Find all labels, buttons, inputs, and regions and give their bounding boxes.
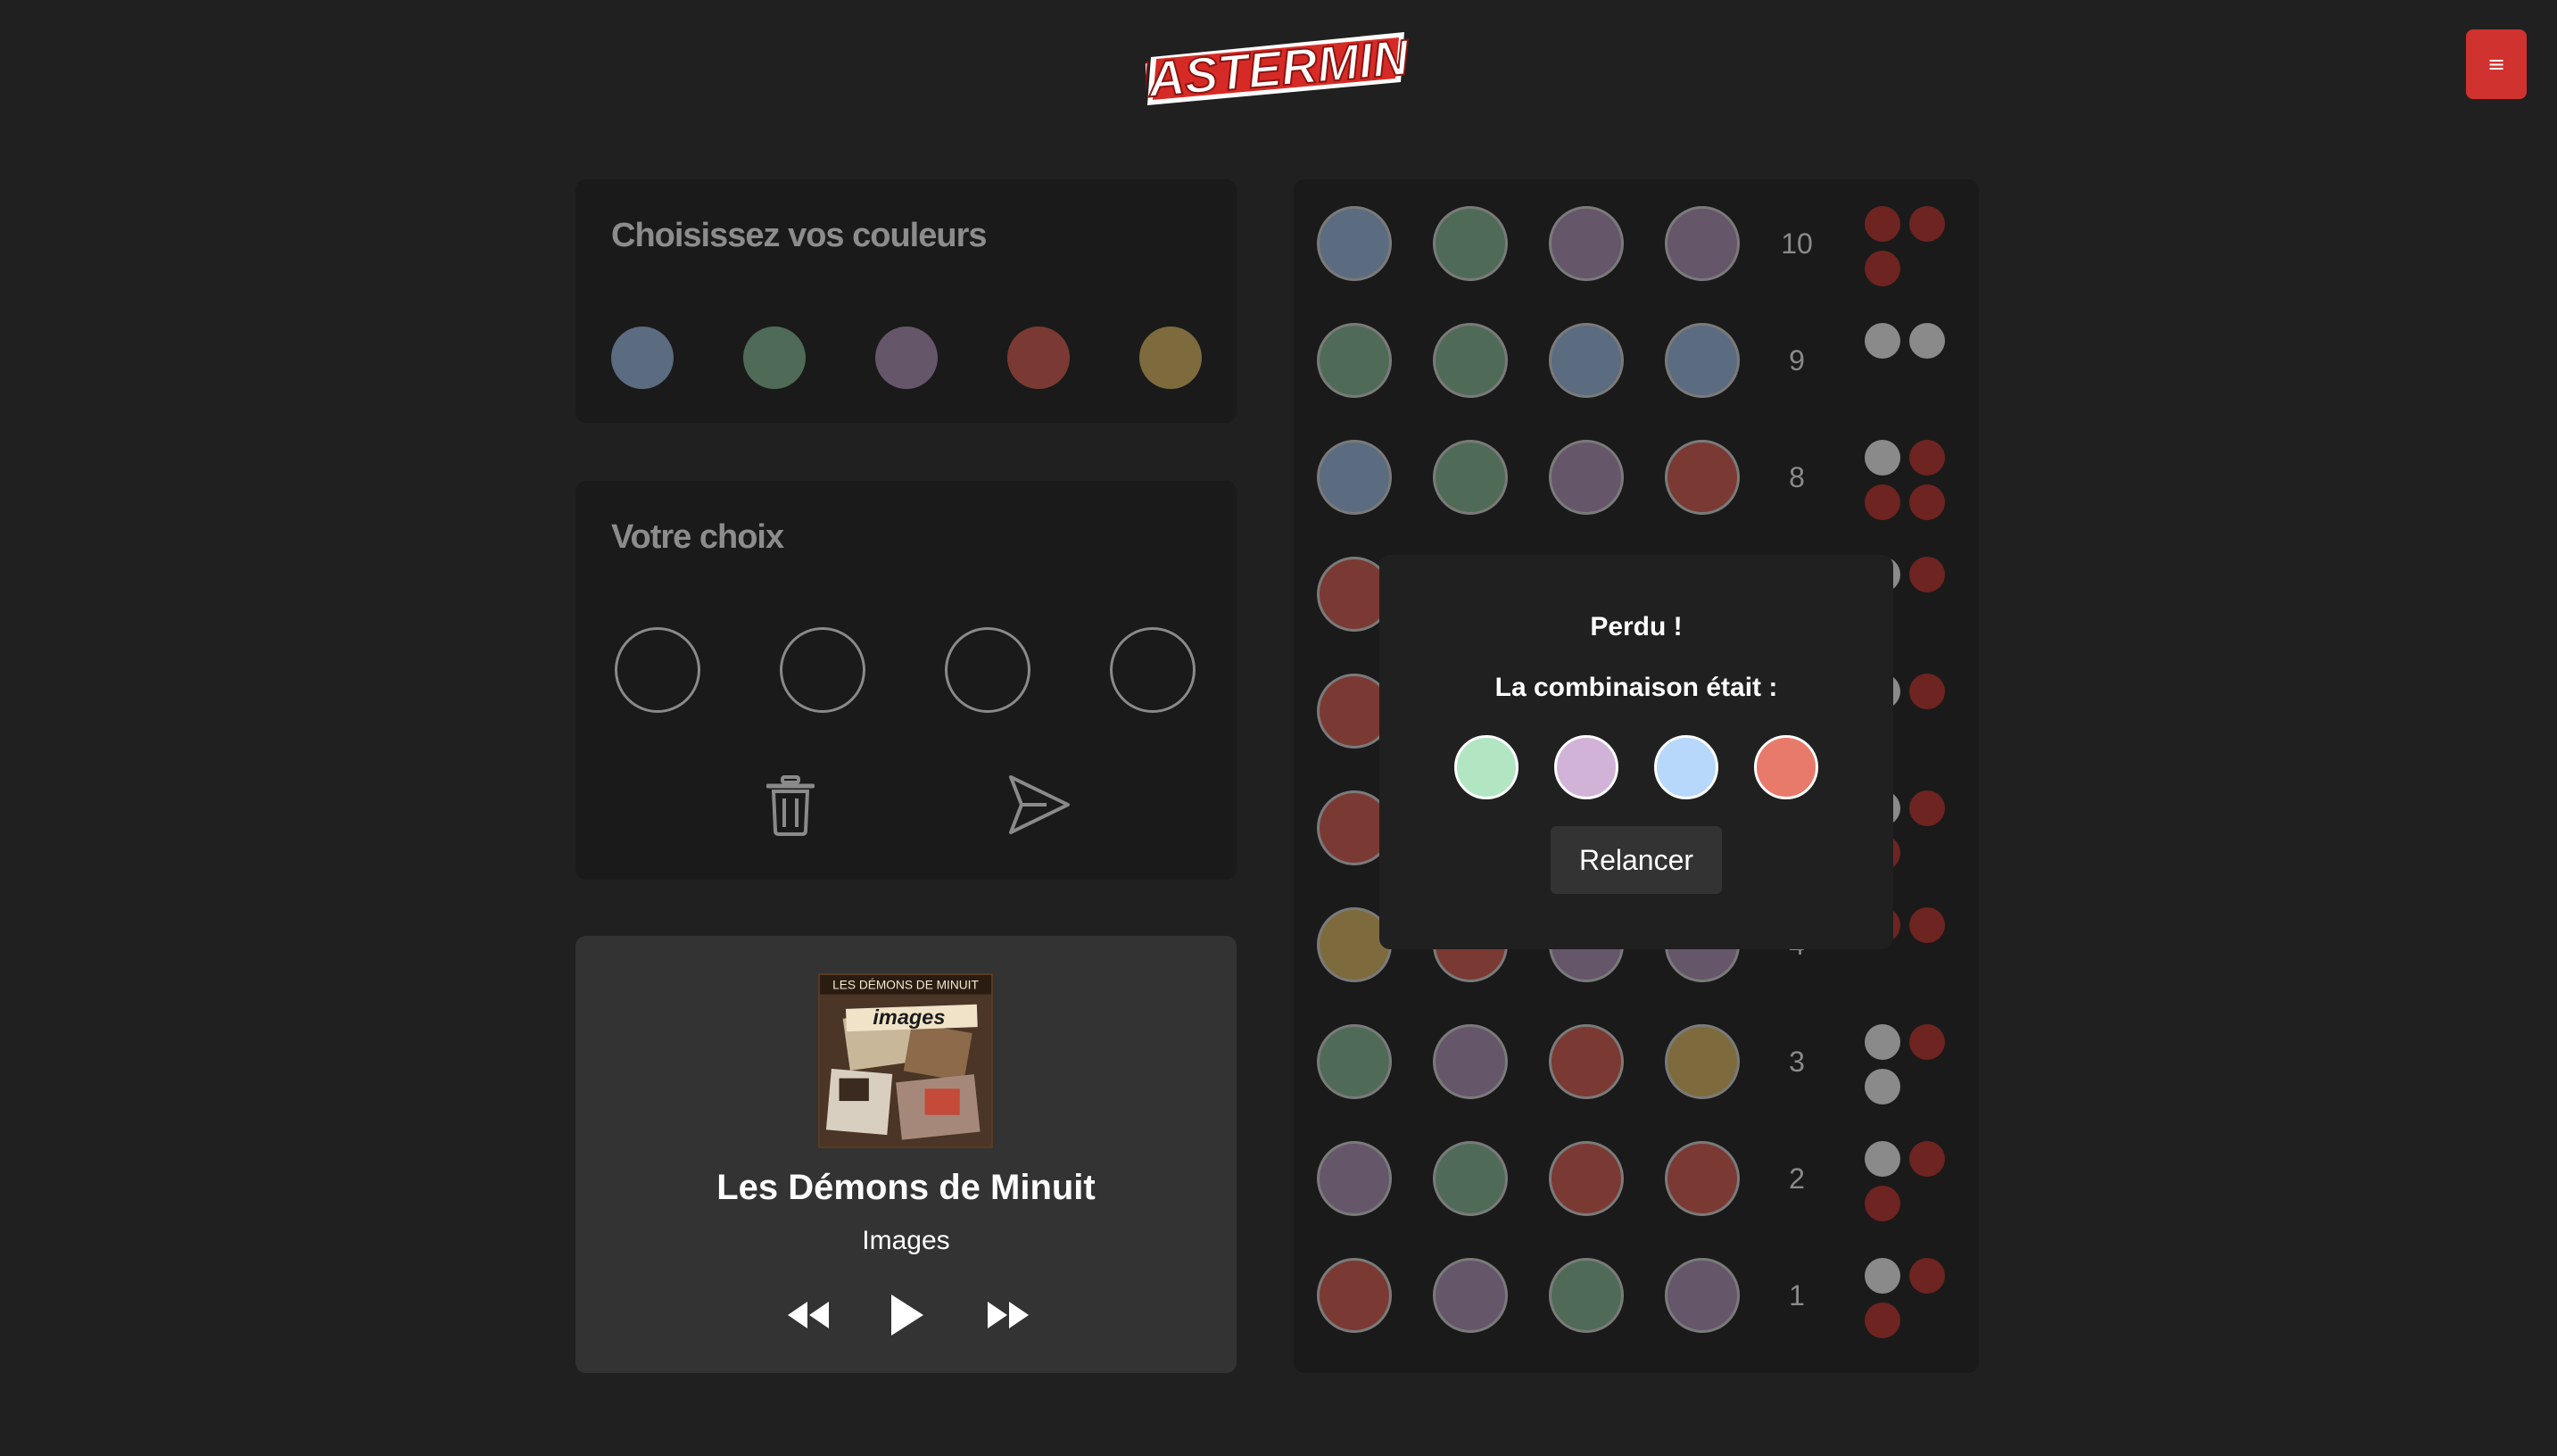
feedback-peg — [1865, 440, 1900, 476]
fast-forward-icon — [988, 1302, 1029, 1328]
board-peg — [1549, 1141, 1624, 1216]
relaunch-button[interactable]: Relancer — [1551, 826, 1722, 894]
board-peg — [1665, 1141, 1740, 1216]
solution-peg — [1754, 735, 1818, 799]
feedback-peg — [1909, 790, 1945, 826]
feedback-peg — [1865, 206, 1900, 242]
board-peg — [1549, 206, 1624, 281]
track-title: Les Démons de Minuit — [716, 1168, 1096, 1207]
feedback-peg — [1865, 1258, 1900, 1294]
board-peg — [1433, 323, 1508, 398]
solution-peg — [1454, 735, 1518, 799]
board-peg — [1549, 440, 1624, 515]
choice-slot[interactable] — [1110, 627, 1196, 713]
palette-title: Choisissez vos couleurs — [611, 217, 987, 254]
board-peg — [1549, 1024, 1624, 1099]
board-peg — [1433, 440, 1508, 515]
board-peg — [1317, 206, 1392, 281]
board-peg — [1317, 1258, 1392, 1333]
svg-text:MASTERMIND: MASTERMIND — [1146, 30, 1410, 107]
choice-slot[interactable] — [945, 627, 1030, 713]
color-palette-panel: Choisissez vos couleurs — [575, 179, 1237, 423]
solution-label: La combinaison était : — [1494, 673, 1778, 702]
board-peg — [1665, 206, 1740, 281]
board-peg — [1433, 1141, 1508, 1216]
play-button[interactable] — [888, 1293, 925, 1337]
delete-button[interactable] — [765, 775, 815, 836]
palette-color-purple[interactable] — [875, 327, 938, 389]
rewind-icon — [788, 1302, 829, 1328]
palette-color-gold[interactable] — [1139, 327, 1202, 389]
choice-slot[interactable] — [615, 627, 700, 713]
board-peg — [1433, 1024, 1508, 1099]
trash-icon — [765, 775, 815, 836]
feedback-peg — [1909, 206, 1945, 242]
board-peg — [1549, 1258, 1624, 1333]
row-number: 1 — [1789, 1279, 1805, 1311]
choice-slot[interactable] — [780, 627, 865, 713]
menu-button[interactable]: ≡ — [2466, 29, 2527, 99]
music-player: LES DÉMONS DE MINUIT images Les Démons d… — [575, 936, 1237, 1373]
board-peg — [1665, 1024, 1740, 1099]
board-peg — [1433, 1258, 1508, 1333]
feedback-peg — [1909, 1024, 1945, 1060]
board-peg — [1317, 440, 1392, 515]
feedback-peg — [1909, 323, 1945, 359]
feedback-peg — [1909, 440, 1945, 476]
row-number: 3 — [1789, 1046, 1805, 1078]
feedback-peg — [1865, 1186, 1900, 1221]
feedback-peg — [1909, 674, 1945, 709]
submit-button[interactable] — [1007, 774, 1072, 836]
row-number: 9 — [1789, 344, 1805, 376]
track-artist: Images — [862, 1226, 950, 1255]
board-peg — [1549, 323, 1624, 398]
send-icon — [1009, 775, 1070, 834]
feedback-peg — [1865, 1141, 1900, 1177]
rewind-button[interactable] — [786, 1300, 831, 1330]
feedback-peg — [1909, 907, 1945, 943]
feedback-peg — [1865, 484, 1900, 520]
result-title: Perdu ! — [1590, 612, 1683, 641]
row-number: 8 — [1789, 461, 1805, 493]
fast-forward-button[interactable] — [986, 1300, 1030, 1330]
mastermind-logo: MASTERMIND — [1104, 25, 1448, 112]
board-peg — [1317, 323, 1392, 398]
feedback-peg — [1865, 1303, 1900, 1338]
feedback-peg — [1865, 251, 1900, 286]
board-peg — [1317, 1141, 1392, 1216]
solution-peg — [1554, 735, 1618, 799]
board-peg — [1665, 440, 1740, 515]
board-peg — [1665, 323, 1740, 398]
feedback-peg — [1909, 1258, 1945, 1294]
feedback-peg — [1865, 1069, 1900, 1104]
feedback-peg — [1865, 1024, 1900, 1060]
feedback-peg — [1909, 484, 1945, 520]
svg-text:images: images — [873, 1005, 945, 1029]
hamburger-icon: ≡ — [2487, 52, 2506, 77]
choice-title: Votre choix — [611, 518, 784, 556]
solution-peg — [1654, 735, 1718, 799]
svg-text:LES DÉMONS DE MINUIT: LES DÉMONS DE MINUIT — [832, 978, 979, 992]
palette-color-red[interactable] — [1007, 327, 1070, 389]
palette-color-blue[interactable] — [611, 327, 674, 389]
logo-graphic: MASTERMIND — [1104, 25, 1448, 112]
row-number: 2 — [1789, 1162, 1805, 1195]
play-icon — [891, 1295, 923, 1336]
feedback-peg — [1909, 557, 1945, 592]
result-modal: Perdu ! La combinaison était : Relancer — [1379, 555, 1893, 949]
feedback-peg — [1909, 1141, 1945, 1177]
board-peg — [1317, 1024, 1392, 1099]
row-number: 10 — [1781, 228, 1813, 260]
choice-panel: Votre choix — [575, 481, 1237, 880]
board-peg — [1665, 1258, 1740, 1333]
palette-color-green[interactable] — [743, 327, 806, 389]
feedback-peg — [1865, 323, 1900, 359]
album-cover: LES DÉMONS DE MINUIT images — [818, 973, 993, 1148]
board-peg — [1433, 206, 1508, 281]
